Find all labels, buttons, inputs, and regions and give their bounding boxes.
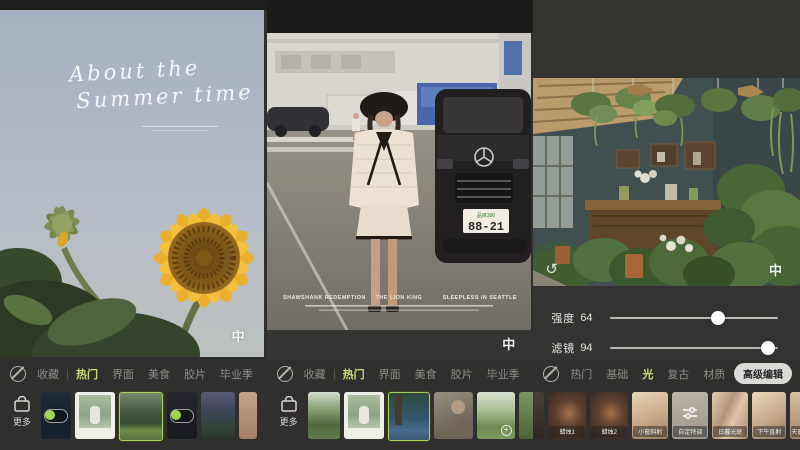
filter-thumbnail-row: 更多: [0, 387, 267, 450]
tab-divider: [67, 369, 68, 379]
tab-hot[interactable]: 热门: [343, 366, 365, 382]
undo-icon[interactable]: ↺: [545, 262, 558, 277]
more-button[interactable]: 更多: [275, 396, 303, 428]
panel-left: About the Summer time 中 收藏 热门 界面 美食 胶片 毕…: [0, 0, 267, 450]
strength-slider-track[interactable]: [610, 317, 778, 319]
filter-name: 日暮光斑: [713, 426, 747, 437]
filter-toggle[interactable]: [170, 409, 194, 423]
strength-label: 强度: [551, 310, 575, 326]
no-filter-icon[interactable]: [277, 366, 293, 382]
filter-slider-knob[interactable]: [761, 341, 775, 355]
triple-screen-layout: About the Summer time 中 收藏 热门 界面 美食 胶片 毕…: [0, 0, 800, 450]
tab-ui[interactable]: 界面: [112, 366, 134, 382]
filter-name: 小窗斜射: [633, 426, 667, 437]
tab-graduation[interactable]: 毕业季: [220, 366, 253, 382]
street-photo: 品目300 88-21 SHAW: [267, 33, 531, 330]
advanced-edit-button[interactable]: 高级编辑: [734, 363, 792, 384]
filter-toggle[interactable]: [44, 409, 68, 423]
status-strip: [533, 0, 800, 78]
filter-thumbnail[interactable]: 蜡烛2: [590, 392, 628, 439]
tab-graduation[interactable]: 毕业季: [487, 366, 520, 382]
filter-category-bar: 收藏 热门 界面 美食 胶片 毕业季: [0, 360, 267, 387]
more-button[interactable]: 更多: [8, 396, 36, 428]
tab-texture[interactable]: 材质: [703, 366, 725, 382]
filter-name: 蜡烛1: [549, 426, 585, 437]
filter-category-bar: 热门 基础 光 复古 材质 高级编辑: [533, 360, 800, 387]
panel-right: ↺ 中 强度 64 滤镜 94 热门 基础 光 复古: [533, 0, 800, 450]
tab-food[interactable]: 美食: [148, 366, 170, 382]
filter-thumbnail-selected[interactable]: [388, 392, 430, 441]
tab-ui[interactable]: 界面: [379, 366, 401, 382]
tab-basic[interactable]: 基础: [606, 366, 628, 382]
app-watermark: 中: [502, 338, 515, 351]
filter-thumbnail[interactable]: [167, 392, 197, 439]
tab-film[interactable]: 胶片: [184, 366, 206, 382]
filter-thumbnail[interactable]: [519, 392, 534, 439]
tab-favorites[interactable]: 收藏: [304, 366, 326, 382]
tab-favorites[interactable]: 收藏: [37, 366, 59, 382]
strength-slider-knob[interactable]: [711, 311, 725, 325]
tab-hot[interactable]: 热门: [570, 366, 592, 382]
plant-shop-photo: [533, 78, 800, 286]
filter-name: 天窗光线: [791, 426, 800, 437]
photo-bottom-strip: [267, 330, 534, 362]
sliders-icon: [682, 406, 698, 420]
filter-thumbnail[interactable]: [533, 392, 544, 439]
filter-name: 自定特调: [673, 426, 707, 437]
photo-caption-line: [152, 130, 208, 131]
filter-slider-track[interactable]: [610, 347, 778, 349]
bag-icon: [280, 396, 298, 412]
tab-hot[interactable]: 热门: [76, 366, 98, 382]
filter-thumbnail-selected[interactable]: [119, 392, 163, 441]
filter-thumbnail[interactable]: [344, 392, 384, 439]
plus-icon[interactable]: +: [501, 425, 512, 436]
app-watermark: 中: [769, 264, 782, 277]
filter-thumbnail[interactable]: 小窗斜射: [632, 392, 668, 439]
app-watermark: 中: [232, 330, 245, 343]
filter-thumbnail[interactable]: 下午直射: [752, 392, 786, 439]
filter-thumbnail-custom[interactable]: 自定特调: [672, 392, 708, 439]
status-strip: [267, 0, 534, 33]
more-label: 更多: [280, 415, 298, 428]
status-strip: [0, 0, 267, 10]
filter-thumbnail[interactable]: [201, 392, 235, 439]
filter-thumbnail-row: 更多 +: [267, 387, 534, 450]
filter-thumbnail[interactable]: [75, 392, 115, 439]
tab-light[interactable]: 光: [642, 366, 653, 382]
filter-value: 94: [580, 342, 598, 354]
tab-film[interactable]: 胶片: [451, 366, 473, 382]
sunflower-photo: [0, 10, 264, 357]
panel-middle: 品目300 88-21 SHAW: [267, 0, 534, 450]
photo-caption-line: [142, 126, 218, 127]
no-filter-icon[interactable]: [10, 366, 26, 382]
filter-adjust-sliders: 强度 64 滤镜 94: [533, 286, 800, 360]
filter-slider-row: 滤镜 94: [551, 338, 778, 358]
filter-name: 下午直射: [753, 426, 785, 437]
filter-thumbnail[interactable]: [434, 392, 473, 439]
strength-slider-row: 强度 64: [551, 308, 778, 328]
filter-thumbnail[interactable]: 蜡烛1: [548, 392, 586, 439]
filter-label: 滤镜: [551, 340, 575, 356]
filter-thumbnail[interactable]: 日暮光斑: [712, 392, 748, 439]
no-filter-icon[interactable]: [543, 366, 559, 382]
more-label: 更多: [13, 415, 31, 428]
filter-name: 蜡烛2: [591, 426, 627, 437]
tab-divider: [334, 369, 335, 379]
filter-thumbnail[interactable]: [239, 392, 257, 439]
tab-food[interactable]: 美食: [415, 366, 437, 382]
tab-retro[interactable]: 复古: [667, 366, 689, 382]
filter-thumbnail[interactable]: [308, 392, 340, 439]
filter-thumbnail[interactable]: +: [477, 392, 515, 439]
filter-thumbnail[interactable]: 天窗光线: [790, 392, 800, 439]
filter-category-bar: 收藏 热门 界面 美食 胶片 毕业季: [267, 360, 534, 387]
filter-thumbnail[interactable]: [41, 392, 71, 439]
filter-thumbnail-row: 蜡烛1 蜡烛2 小窗斜射 自定特调 日暮光斑 下午直射 天窗光线: [533, 387, 800, 450]
strength-value: 64: [580, 312, 598, 324]
bag-icon: [13, 396, 31, 412]
